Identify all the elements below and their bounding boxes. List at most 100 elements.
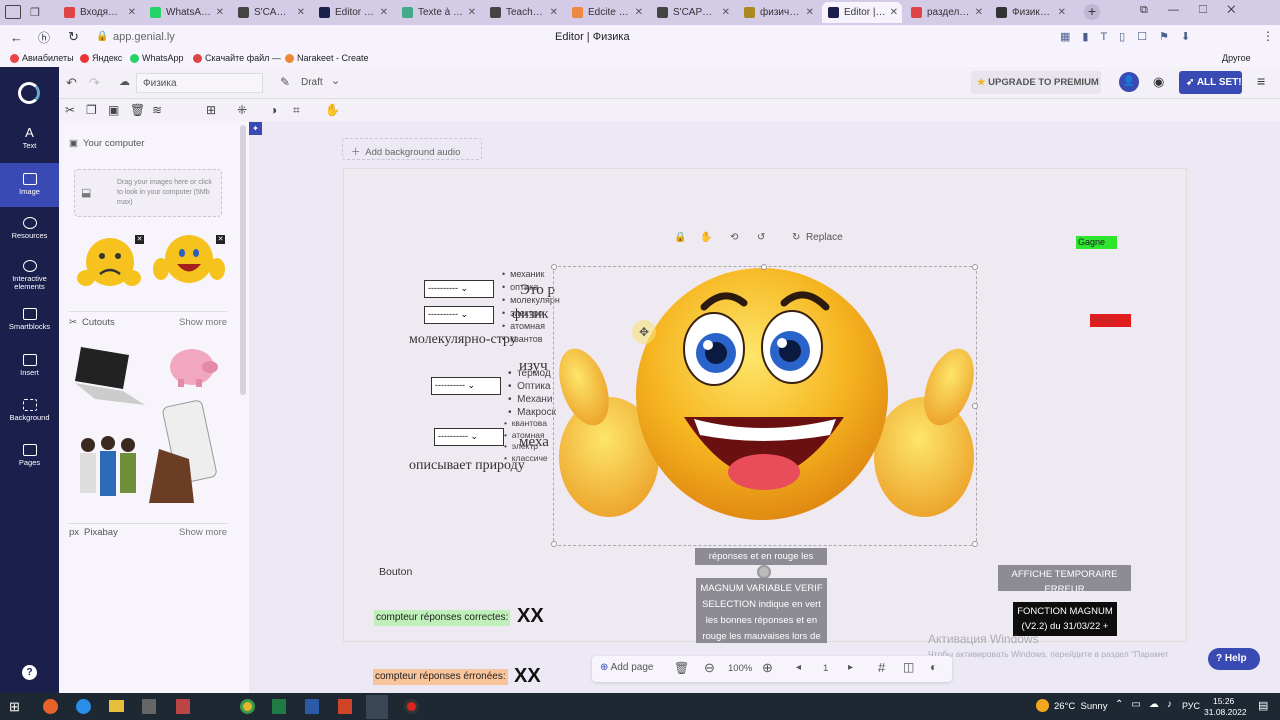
preview-eye-icon[interactable]: ◉ (1153, 74, 1164, 90)
bookmark-aviabilety[interactable]: Авиабилеты (10, 53, 74, 63)
browser-tab[interactable]: разделы фи ✕ (905, 2, 987, 23)
window-menu-icon[interactable] (5, 5, 21, 19)
color-icon[interactable]: ◑ (270, 103, 277, 117)
browser-tab[interactable]: Teachers' Hap ✕ (484, 2, 562, 23)
replace-button[interactable]: ↻ Replace (792, 232, 843, 243)
answer-dropdown-2[interactable]: ---------- ⌄ (424, 306, 494, 324)
excel-icon[interactable] (272, 699, 286, 714)
browser-tab[interactable]: Входящие - F ✕ (58, 2, 140, 23)
tab-close-icon[interactable]: ✕ (380, 7, 388, 18)
add-page-button[interactable]: ⊕ Add page (600, 662, 653, 673)
selected-emoji-image[interactable]: ✥ (551, 264, 978, 547)
zoom-level[interactable]: 100% (728, 663, 752, 674)
next-page-icon[interactable]: ▸ (848, 662, 853, 673)
layers-icon[interactable]: ≋ (152, 103, 162, 117)
clock-date[interactable]: 31.08.2022 (1204, 707, 1247, 717)
hamburger-menu-icon[interactable]: ≡ (1257, 73, 1265, 89)
clock-time[interactable]: 15:26 (1213, 696, 1234, 706)
tray-icons[interactable]: ⌃▭☁♪ (1115, 699, 1180, 710)
tab-close-icon[interactable]: ✕ (635, 7, 643, 18)
remove-image-icon[interactable]: ✕ (216, 235, 225, 244)
resize-handle[interactable] (761, 264, 767, 270)
bookmark-whatsapp[interactable]: WhatsApp (130, 53, 184, 63)
bookmark-other[interactable]: Другое (1222, 53, 1251, 63)
crop-icon[interactable]: ⌗ (293, 103, 300, 118)
zoom-in-icon[interactable]: ⊕ (762, 660, 773, 676)
affiche-temporaire-box[interactable]: AFFICHE TEMPORAIRE ERREUR (998, 565, 1131, 591)
delete-icon[interactable]: 🗑 (130, 103, 145, 117)
cutout-laptop[interactable] (69, 341, 147, 419)
verif-box-top[interactable]: réponses et en rouge les (695, 548, 827, 565)
tab-close-icon[interactable]: ✕ (128, 7, 136, 18)
bouton-label[interactable]: Bouton (379, 566, 412, 578)
paste-icon[interactable]: ▣ (108, 103, 119, 117)
copy-icon[interactable]: ❐ (86, 103, 97, 117)
remove-image-icon[interactable]: ✕ (135, 235, 144, 244)
word-icon[interactable] (305, 699, 319, 714)
panel-scrollbar[interactable] (240, 125, 246, 395)
browser-tab[interactable]: Texte à copier ✕ (396, 2, 480, 23)
all-set-button[interactable]: ➶ ALL SET! (1179, 71, 1242, 94)
prev-page-icon[interactable]: ◂ (796, 662, 801, 673)
add-background-audio-button[interactable]: ＋ Add background audio (342, 138, 482, 160)
upgrade-button[interactable]: ★ UPGRADE TO PREMIUM (971, 71, 1101, 94)
explorer-icon[interactable] (109, 700, 124, 712)
uploaded-image-sad-emoji[interactable] (74, 234, 144, 294)
browser-tab[interactable]: Edcite Signin ✕ (566, 2, 647, 23)
tab-close-icon[interactable]: ✕ (806, 7, 814, 18)
browser-tab[interactable]: Editor | MAGI ✕ (313, 2, 392, 23)
group-icon[interactable]: ⁜ (237, 103, 247, 117)
app-icon[interactable] (176, 699, 190, 714)
resize-handle[interactable] (551, 264, 557, 270)
tab-close-icon[interactable]: ✕ (975, 7, 983, 18)
url-text[interactable]: app.genial.ly (113, 31, 175, 43)
tab-close-icon[interactable]: ✕ (1058, 7, 1066, 18)
tab-close-icon[interactable]: ✕ (890, 7, 898, 18)
your-computer-header[interactable]: ▣ Your computer (69, 138, 144, 149)
split-view-icon[interactable]: ◫ (903, 660, 914, 674)
grid-icon[interactable]: # (878, 660, 885, 675)
shield-icon[interactable]: ⓗ (38, 29, 50, 46)
browser-tab[interactable]: WhatsApp ✕ (144, 2, 228, 23)
notification-icon[interactable]: ▤ (1258, 699, 1268, 712)
cut-icon[interactable]: ✂ (65, 103, 75, 117)
nav-pages[interactable]: Pages (0, 444, 59, 467)
menu-dots-icon[interactable]: ⋮ (1262, 29, 1274, 43)
resize-handle[interactable] (972, 541, 978, 547)
calculator-icon[interactable] (142, 699, 156, 714)
nav-insert[interactable]: Insert (0, 354, 59, 377)
bookmark-yandex[interactable]: Яндекс (80, 53, 122, 63)
extension-icons[interactable]: ▦▮Т▯☐⚑⬇ (1060, 30, 1202, 43)
pin-icon[interactable]: ✦ (249, 122, 262, 135)
cutout-piggy-bank[interactable] (164, 341, 224, 391)
cutouts-show-more[interactable]: Show more (179, 317, 227, 328)
nav-text[interactable]: A Text (0, 126, 59, 150)
undo-icon[interactable]: ↶ (66, 75, 77, 91)
add-user-button[interactable]: 👤 (1119, 72, 1139, 92)
browser-tab[interactable]: S'CAPE-Des o ✕ (651, 2, 734, 23)
refresh-icon[interactable]: ↺ (757, 232, 765, 243)
lock-icon[interactable]: 🔒 (674, 232, 686, 243)
chevron-down-icon[interactable]: ⌄ (331, 74, 340, 87)
tab-close-icon[interactable]: ✕ (722, 7, 730, 18)
nav-background[interactable]: Background (0, 399, 59, 422)
cutout-phone-in-hand[interactable] (149, 399, 229, 503)
reload-icon[interactable]: ↻ (68, 29, 79, 45)
pixabay-show-more[interactable]: Show more (179, 527, 227, 538)
nav-smartblocks[interactable]: Smartblocks (0, 308, 59, 331)
firefox-icon[interactable] (43, 699, 58, 714)
language-indicator[interactable]: РУС (1182, 701, 1200, 711)
resize-handle[interactable] (551, 541, 557, 547)
tab-close-icon[interactable]: ✕ (297, 7, 305, 18)
tab-close-icon[interactable]: ✕ (468, 7, 476, 18)
answer-dropdown-3[interactable]: ---------- ⌄ (431, 377, 501, 395)
trash-icon[interactable]: 🗑 (674, 661, 689, 675)
browser-tab[interactable]: Editor | Фи ✕ (822, 2, 902, 23)
genially-logo[interactable] (18, 82, 40, 104)
hand-icon[interactable]: ✋ (325, 103, 340, 117)
window-controls[interactable]: ⧉—☐✕ (1140, 4, 1256, 17)
resize-handle[interactable] (972, 403, 978, 409)
help-circle-icon[interactable]: ? (22, 665, 37, 680)
browser-tab[interactable]: S'CAPE-MAGI ✕ (232, 2, 309, 23)
page-number[interactable]: 1 (823, 663, 828, 674)
